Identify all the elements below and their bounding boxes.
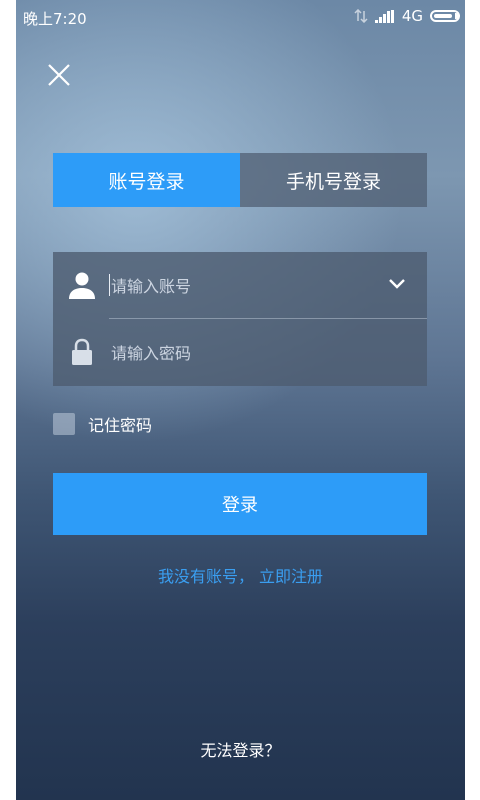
- battery-icon: [430, 10, 460, 22]
- lock-icon: [72, 338, 92, 365]
- login-button[interactable]: 登录: [53, 473, 427, 535]
- remember-checkbox[interactable]: [53, 413, 75, 435]
- tab-phone-login[interactable]: 手机号登录: [240, 153, 427, 207]
- password-input[interactable]: [109, 335, 383, 371]
- password-row: [53, 319, 427, 386]
- account-row: [53, 252, 427, 319]
- user-icon: [69, 272, 95, 299]
- close-icon[interactable]: [44, 60, 74, 90]
- text-cursor: [109, 274, 110, 296]
- login-form: [53, 252, 427, 386]
- tab-account-login[interactable]: 账号登录: [53, 153, 240, 207]
- remember-label: 记住密码: [88, 416, 153, 435]
- network-type: 4G: [401, 7, 423, 25]
- register-link[interactable]: 我没有账号， 立即注册: [16, 563, 465, 587]
- chevron-down-icon[interactable]: [387, 276, 407, 292]
- login-screen: 晚上7:20 4G 账号登录 手机号登录 请输入账号 记住密码 登录 我没有账号…: [16, 0, 465, 800]
- signal-icon: [374, 9, 394, 23]
- cannot-login-link[interactable]: 无法登录？: [16, 737, 465, 761]
- data-transfer-icon: [354, 9, 368, 23]
- status-indicators: 4G: [354, 7, 460, 25]
- remember-password[interactable]: 记住密码: [53, 412, 152, 436]
- login-tabs: 账号登录 手机号登录: [53, 153, 427, 207]
- status-bar: 晚上7:20 4G: [16, 0, 465, 34]
- status-time: 晚上7:20: [23, 10, 87, 28]
- account-input[interactable]: [109, 268, 383, 304]
